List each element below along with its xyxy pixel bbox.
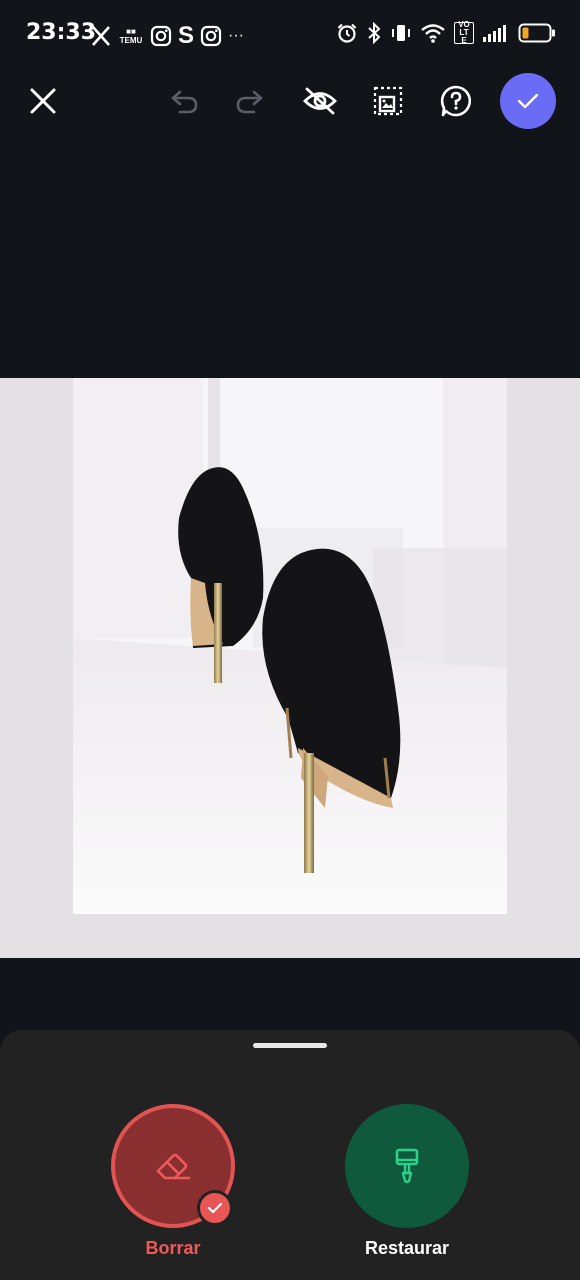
close-button[interactable] [17, 70, 69, 132]
eraser-icon [156, 1153, 191, 1180]
wifi-icon [420, 22, 446, 44]
status-left-icons: ■■ TEMU S ··· [90, 22, 244, 50]
more-dots-icon: ··· [228, 27, 244, 44]
erase-label: Borrar [145, 1238, 201, 1258]
active-check-badge [197, 1190, 233, 1226]
tool-panel: Borrar Restaurar [0, 1030, 580, 1280]
close-icon [30, 88, 56, 114]
x-icon [90, 25, 112, 47]
shazam-icon: S [178, 22, 195, 49]
erase-button[interactable] [111, 1104, 235, 1228]
instagram-icon [150, 25, 172, 47]
help-icon [440, 85, 472, 117]
restore-label: Restaurar [364, 1238, 450, 1258]
shoes-image [73, 378, 507, 914]
edited-photo[interactable] [73, 378, 507, 914]
redo-icon [236, 90, 263, 114]
temu-icon: ■■ TEMU [119, 27, 143, 45]
redo-button[interactable] [224, 70, 276, 132]
restore-tool[interactable]: Restaurar [345, 1104, 469, 1259]
vibrate-icon [390, 22, 412, 44]
image-crop-icon [373, 86, 403, 116]
bluetooth-icon [366, 22, 382, 44]
signal-icon [482, 23, 510, 43]
instagram-icon-2 [200, 25, 222, 47]
volte-icon: VO LTE [454, 20, 474, 45]
confirm-button[interactable] [500, 73, 556, 129]
help-button[interactable] [430, 70, 482, 132]
hide-button[interactable] [294, 70, 346, 132]
volte-text: VO LTE [458, 20, 470, 45]
battery-icon [518, 22, 556, 44]
alarm-icon [336, 22, 358, 44]
status-bar: 23:33 ■■ TEMU S ··· VO LTE [0, 0, 580, 70]
eye-off-icon [303, 87, 337, 115]
undo-icon [171, 90, 198, 114]
status-time: 23:33 [26, 20, 97, 45]
temu-text: TEMU [119, 36, 143, 45]
paint-brush-icon [395, 1148, 419, 1184]
status-right-icons: VO LTE [336, 20, 556, 45]
crop-button[interactable] [362, 70, 414, 132]
check-icon [517, 93, 539, 109]
erase-tool[interactable]: Borrar [111, 1104, 235, 1259]
restore-button[interactable] [345, 1104, 469, 1228]
drag-handle[interactable] [253, 1043, 327, 1048]
editor-toolbar [0, 70, 580, 132]
editing-canvas[interactable] [0, 378, 580, 958]
check-icon [207, 1202, 223, 1214]
undo-button[interactable] [158, 70, 210, 132]
